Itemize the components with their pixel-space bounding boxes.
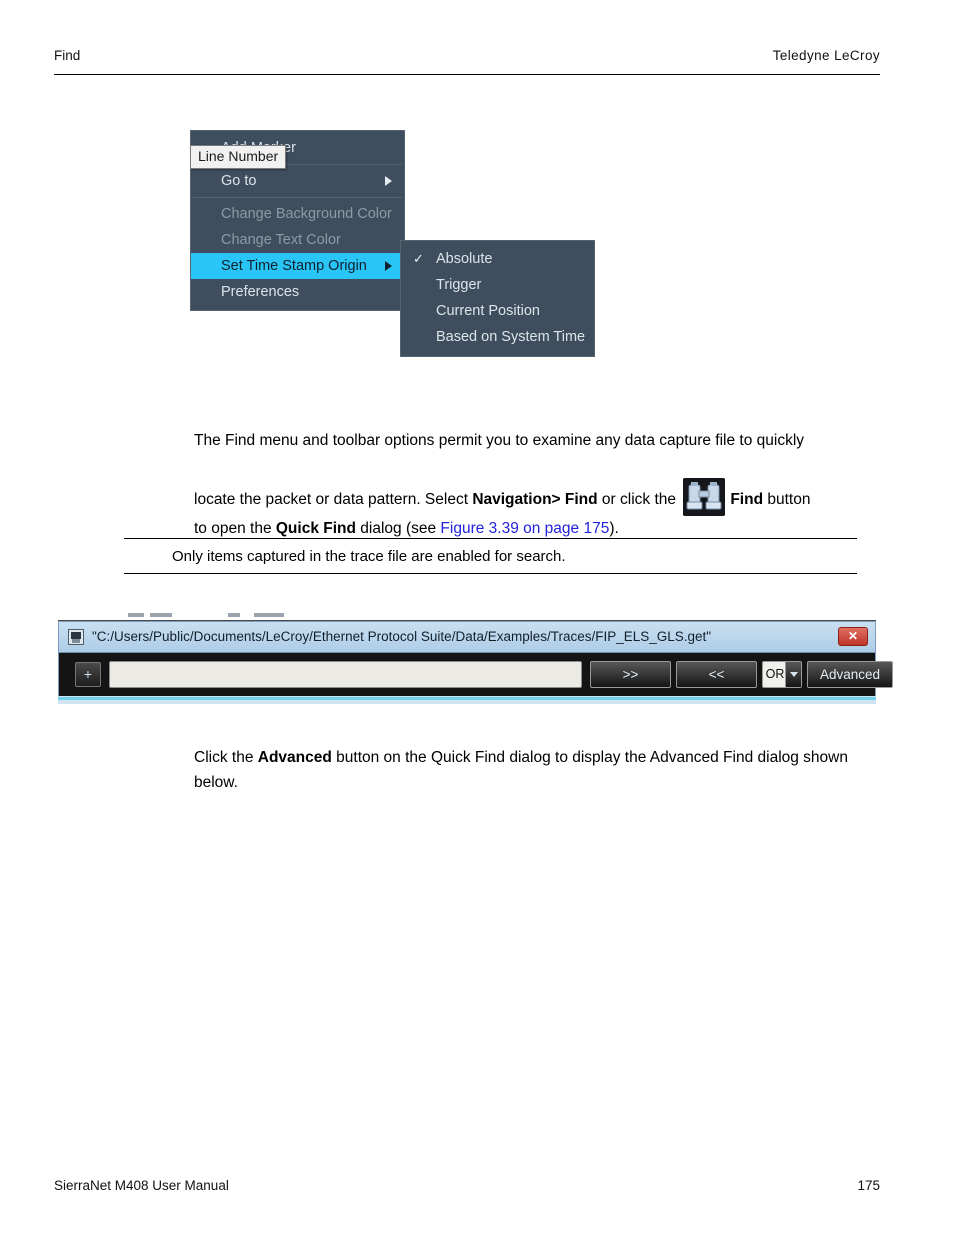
para2-text-d: to open the [194, 520, 276, 537]
quick-find-dialog: "C:/Users/Public/Documents/LeCroy/Ethern… [58, 612, 893, 704]
menu-item-preferences[interactable]: Preferences [191, 279, 404, 305]
note-rule-bottom [124, 573, 857, 574]
advanced-button[interactable]: Advanced [807, 661, 893, 688]
application-icon [68, 629, 84, 645]
submenu-item-absolute[interactable]: ✓ Absolute [401, 246, 594, 272]
dialog-accent-bar [58, 697, 876, 700]
para2-bold-find: Find [730, 491, 764, 508]
find-previous-button[interactable]: << [676, 661, 757, 688]
ghost-tick [150, 613, 172, 617]
paragraph-find-instructions: locate the packet or data pattern. Selec… [194, 478, 884, 541]
footer-manual-title: SierraNet M408 User Manual [54, 1178, 229, 1193]
operator-dropdown[interactable]: OR [762, 661, 802, 688]
check-icon: ✓ [413, 251, 424, 266]
clipped-window-edge [58, 612, 876, 621]
note-block: Only items captured in the trace file ar… [124, 538, 857, 574]
menu-item-change-background-color-label: Change Background Color [221, 206, 392, 222]
menu-item-go-to-label: Go to [221, 173, 257, 189]
header-left-text: Find [54, 48, 81, 63]
para2-bold-navigation-find: Navigation> Find [472, 491, 598, 508]
para2-text-c: button [763, 491, 811, 508]
para3-bold-advanced: Advanced [257, 749, 332, 766]
menu-item-change-background-color: Change Background Color [191, 201, 404, 227]
chevron-down-icon[interactable] [785, 662, 801, 687]
menu-item-set-time-stamp-origin[interactable]: Set Time Stamp Origin [191, 253, 404, 279]
menu-item-change-text-color: Change Text Color [191, 227, 404, 253]
add-criteria-button[interactable]: + [75, 662, 101, 687]
para2-bold-quick-find: Quick Find [275, 520, 356, 537]
chevron-right-icon [385, 261, 392, 271]
ghost-tick [228, 613, 240, 617]
submenu-item-trigger[interactable]: Trigger [401, 272, 594, 298]
close-icon[interactable]: ✕ [838, 627, 868, 646]
para2-text-f: ). [609, 520, 619, 537]
para2-text-e: dialog (see [355, 520, 441, 537]
paragraph-advanced-instructions: Click the Advanced button on the Quick F… [194, 745, 874, 795]
page-footer: SierraNet M408 User Manual 175 [54, 1178, 880, 1202]
menu-separator-2 [193, 197, 402, 198]
menu-item-change-text-color-label: Change Text Color [221, 232, 341, 248]
quick-find-toolbar: + >> << OR Advanced [59, 653, 893, 696]
submenu-item-current-position[interactable]: Current Position [401, 298, 594, 324]
menu-item-preferences-label: Preferences [221, 284, 300, 300]
figure-cross-reference-link[interactable]: Figure 3.39 on page 175 [440, 520, 609, 537]
header-divider [54, 74, 880, 75]
binoculars-icon [683, 478, 726, 516]
header-right-text: Teledyne LeCroy [772, 48, 880, 63]
para2-text-a: locate the packet or data pattern. Selec… [194, 491, 473, 508]
footer-page-number: 175 [857, 1178, 880, 1193]
page-header: Find Teledyne LeCroy [54, 48, 880, 78]
operator-value: OR [765, 667, 785, 681]
para3-text-a: Click the [194, 749, 258, 766]
submenu-time-stamp-origin: ✓ Absolute Trigger Current Position Base… [400, 240, 595, 357]
chevron-right-icon [385, 176, 392, 186]
note-text: Only items captured in the trace file ar… [172, 548, 566, 565]
menu-item-set-time-stamp-origin-label: Set Time Stamp Origin [221, 258, 367, 274]
para2-text-b: or click the [597, 491, 681, 508]
search-input[interactable] [109, 661, 582, 688]
quick-find-frame: "C:/Users/Public/Documents/LeCroy/Ethern… [58, 621, 893, 696]
submenu-item-current-position-label: Current Position [436, 303, 540, 319]
quick-find-titlebar[interactable]: "C:/Users/Public/Documents/LeCroy/Ethern… [59, 622, 875, 653]
tooltip-line-number: Line Number [190, 145, 287, 169]
submenu-item-absolute-label: Absolute [436, 251, 493, 267]
find-next-button[interactable]: >> [590, 661, 671, 688]
submenu-item-based-on-system-time[interactable]: Based on System Time [401, 324, 594, 350]
ghost-tick [128, 613, 144, 617]
ghost-tick [254, 613, 284, 617]
paragraph-intro: The Find menu and toolbar options permit… [194, 428, 884, 453]
paragraph-intro-text: The Find menu and toolbar options permit… [194, 432, 805, 449]
submenu-item-based-on-system-time-label: Based on System Time [436, 329, 586, 345]
submenu-item-trigger-label: Trigger [436, 277, 482, 293]
quick-find-title: "C:/Users/Public/Documents/LeCroy/Ethern… [92, 629, 712, 644]
menu-item-go-to[interactable]: Go to [191, 168, 404, 194]
